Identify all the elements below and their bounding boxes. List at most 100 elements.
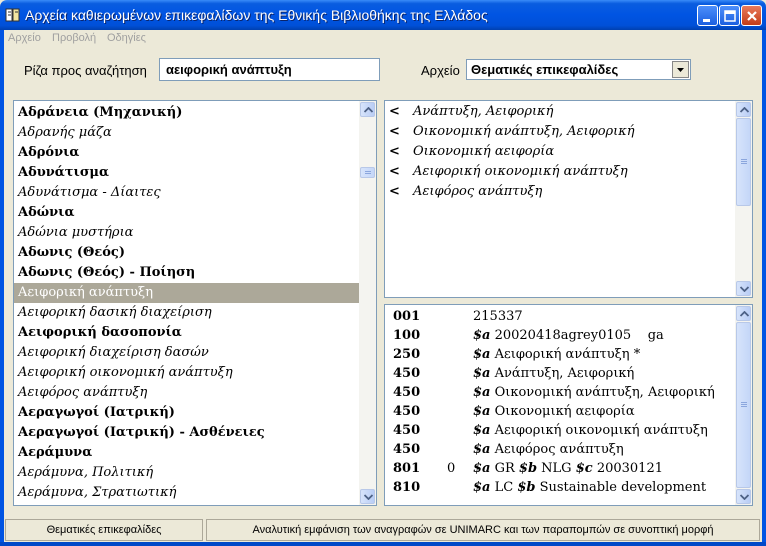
record-field: 450 $a Οικονομική αειφορία <box>385 402 735 421</box>
heading-item[interactable]: Αδυνάτισμα <box>14 163 360 183</box>
subfield-code: $a <box>473 347 491 362</box>
file-select-dropdown-button[interactable] <box>672 61 689 78</box>
heading-item[interactable]: Αεράμυνα <box>14 443 360 463</box>
subfield-value: 215337 <box>473 309 523 324</box>
field-tag: 450 <box>393 366 421 381</box>
window-frame-left <box>0 30 4 546</box>
subfield-value: Αειφορική οικονομική ανάπτυξη <box>490 423 708 438</box>
subfield-code: $a <box>473 366 491 381</box>
heading-item[interactable]: Αδυνάτισμα - Δίαιτες <box>14 183 360 203</box>
menu-help[interactable]: Οδηγίες <box>107 32 146 44</box>
record-field: 450 $a Ανάπτυξη, Αειφορική <box>385 364 735 383</box>
heading-item[interactable]: Αδρανής μάζα <box>14 123 360 143</box>
reference-item[interactable]: < Ανάπτυξη, Αειφορική <box>385 102 735 122</box>
headings-list: Αδράνεια (Μηχανική) Αδρανής μάζα Αδρόνια Αδ… <box>14 103 360 503</box>
reference-item[interactable]: < Οικονομική ανάπτυξη, Αειφορική <box>385 122 735 142</box>
field-tag: 810 <box>393 480 421 495</box>
field-value: $a Ανάπτυξη, Αειφορική <box>473 364 634 383</box>
heading-item[interactable]: Αειφορική διαχείριση δασών <box>14 343 360 363</box>
record-pane[interactable]: 001 215337 100 $a 20020418agrey0105 ga 250 $a… <box>384 304 753 506</box>
scroll-up-icon <box>740 107 749 113</box>
field-value: $a Αειφορική ανάπτυξη * <box>473 345 640 364</box>
heading-item[interactable]: Αεραγωγοί (Ιατρική) <box>14 403 360 423</box>
field-value: $a Οικονομική ανάπτυξη, Αειφορική <box>473 383 715 402</box>
scroll-down-button[interactable] <box>360 489 375 504</box>
status-bar: Θεματικές επικεφαλίδες Αναλυτική εμφάνισ… <box>4 519 762 542</box>
field-indicator: 0 <box>447 461 456 476</box>
reference-item[interactable]: < Αειφόρος ανάπτυξη <box>385 182 735 202</box>
field-value: $a GR $b NLG $c 20030121 <box>473 459 663 478</box>
subfield-value: 20030121 <box>592 461 663 476</box>
menu-file[interactable]: Αρχείο <box>8 32 41 44</box>
field-value: $a Αειφόρος ανάπτυξη <box>473 440 624 459</box>
references-scrollbar[interactable] <box>735 101 752 297</box>
file-select[interactable]: Θεματικές επικεφαλίδες <box>466 59 691 80</box>
reference-arrow-icon: < <box>389 104 400 119</box>
close-button[interactable] <box>741 5 762 26</box>
title-bar[interactable]: Αρχεία καθιερωμένων επικεφαλίδων της Εθν… <box>0 0 766 30</box>
reference-arrow-icon: < <box>389 124 400 139</box>
field-value: $a Αειφορική οικονομική ανάπτυξη <box>473 421 708 440</box>
scroll-down-button[interactable] <box>736 281 751 296</box>
record-field: 250 $a Αειφορική ανάπτυξη * <box>385 345 735 364</box>
scroll-up-button[interactable] <box>736 102 751 117</box>
menu-bar: Αρχείο Προβολή Οδηγίες <box>4 30 762 48</box>
scroll-up-button[interactable] <box>736 306 751 321</box>
heading-item[interactable]: Αδράνεια (Μηχανική) <box>14 103 360 123</box>
minimize-button[interactable] <box>697 5 718 26</box>
headings-list-pane[interactable]: Αδράνεια (Μηχανική) Αδρανής μάζα Αδρόνια Αδ… <box>13 100 377 506</box>
heading-item[interactable]: Αειφορική δασική διαχείριση <box>14 303 360 323</box>
maximize-icon <box>724 10 736 22</box>
heading-item[interactable]: Αδώνια μυστήρια <box>14 223 360 243</box>
scroll-down-button[interactable] <box>736 489 751 504</box>
scroll-up-icon <box>364 107 373 113</box>
window-title: Αρχεία καθιερωμένων επικεφαλίδων της Εθν… <box>25 7 488 23</box>
reference-text: Ανάπτυξη, Αειφορική <box>413 104 554 119</box>
scroll-up-icon <box>740 311 749 317</box>
scroll-thumb[interactable] <box>736 322 751 488</box>
subfield-code: $a <box>473 423 491 438</box>
heading-item[interactable]: Αειφορική οικονομική ανάπτυξη <box>14 363 360 383</box>
subfield-value: Sustainable development <box>535 480 707 495</box>
field-tag: 450 <box>393 423 421 438</box>
menu-view[interactable]: Προβολή <box>52 32 96 44</box>
subfield-value: LC <box>490 480 518 495</box>
maximize-button[interactable] <box>719 5 740 26</box>
references-pane[interactable]: < Ανάπτυξη, Αειφορική < Οικονομική ανάπτυξη… <box>384 100 753 298</box>
heading-item[interactable]: Αδωνις (Θεός) - Ποίηση <box>14 263 360 283</box>
reference-text: Αειφόρος ανάπτυξη <box>413 184 543 199</box>
subfield-value: Ανάπτυξη, Αειφορική <box>490 366 635 381</box>
scroll-up-button[interactable] <box>360 102 375 117</box>
status-description: Αναλυτική εμφάνιση των αναγραφών σε UNIM… <box>206 519 760 541</box>
record-scrollbar[interactable] <box>735 305 752 505</box>
heading-item[interactable]: Αεράμυνα, Πολιτική <box>14 463 360 483</box>
scroll-down-icon <box>740 286 749 292</box>
heading-item[interactable]: Αειφόρος ανάπτυξη <box>14 383 360 403</box>
scroll-thumb[interactable] <box>736 118 751 206</box>
heading-item[interactable]: Αδρόνια <box>14 143 360 163</box>
subfield-code: $c <box>575 461 593 476</box>
reference-item[interactable]: < Αειφορική οικονομική ανάπτυξη <box>385 162 735 182</box>
scroll-thumb[interactable] <box>360 167 375 178</box>
subfield-value: GR <box>490 461 519 476</box>
headings-scrollbar[interactable] <box>359 101 376 505</box>
subfield-value: Οικονομική αειφορία <box>490 404 635 419</box>
subfield-code: $a <box>473 328 491 343</box>
record-field: 801 0 $a GR $b NLG $c 20030121 <box>385 459 735 478</box>
heading-item[interactable]: Αειφορική δασοπονία <box>14 323 360 343</box>
heading-item[interactable]: Αδώνια <box>14 203 360 223</box>
subfield-code: $b <box>517 480 536 495</box>
heading-item[interactable]: Αεράμυνα, Στρατιωτική <box>14 483 360 503</box>
reference-item[interactable]: < Οικονομική αειφορία <box>385 142 735 162</box>
subfield-value: Αειφόρος ανάπτυξη <box>490 442 624 457</box>
field-tag: 250 <box>393 347 421 362</box>
subfield-code: $b <box>518 461 538 476</box>
field-value: $a LC $b Sustainable development <box>473 478 706 497</box>
search-input[interactable]: αειφορική ανάπτυξη <box>159 58 380 81</box>
reference-text: Αειφορική οικονομική ανάπτυξη <box>413 164 628 179</box>
heading-item[interactable]: Αδωνις (Θεός) <box>14 243 360 263</box>
subfield-value: 20020418agrey0105 ga <box>490 328 664 343</box>
heading-item-selected[interactable]: Αειφορική ανάπτυξη <box>14 283 360 303</box>
heading-item[interactable]: Αεραγωγοί (Ιατρική) - Ασθένειες <box>14 423 360 443</box>
field-tag: 450 <box>393 442 421 457</box>
